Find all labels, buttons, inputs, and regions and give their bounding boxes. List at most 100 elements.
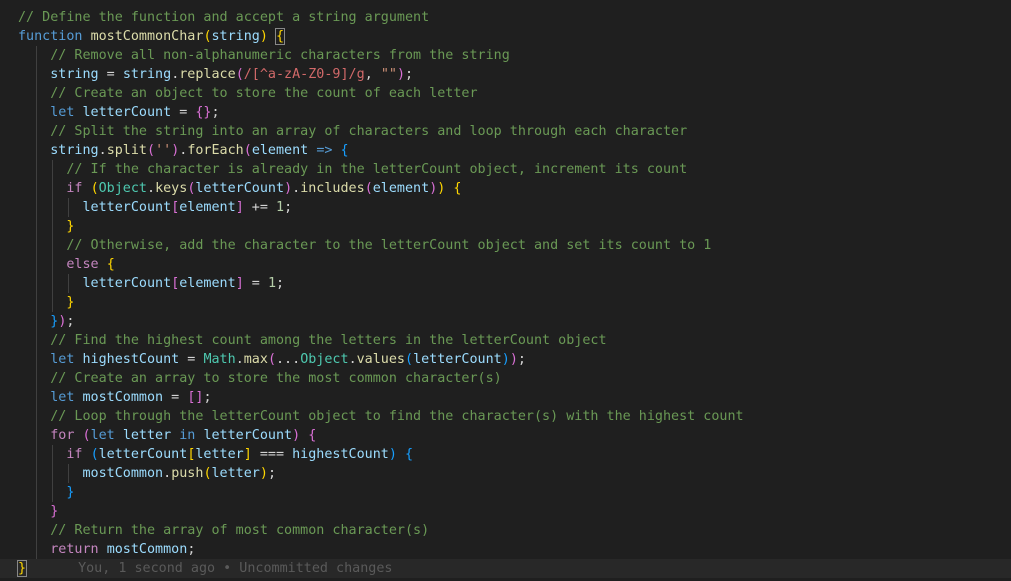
- code-line[interactable]: }: [0, 293, 1011, 312]
- code-text: let letterCount = {};: [50, 103, 219, 122]
- code-line[interactable]: }: [0, 217, 1011, 236]
- code-line[interactable]: // Create an array to store the most com…: [0, 369, 1011, 388]
- code-token: {: [274, 28, 286, 45]
- code-token: letterCount: [195, 181, 285, 196]
- code-line[interactable]: // Loop through the letterCount object t…: [0, 407, 1011, 426]
- code-text: // Otherwise, add the character to the l…: [66, 236, 711, 255]
- code-comment: // Create an object to store the count o…: [50, 86, 478, 101]
- code-line[interactable]: } You, 1 second ago • Uncommitted changes: [0, 559, 1011, 578]
- code-line[interactable]: // Create an object to store the count o…: [0, 84, 1011, 103]
- code-token: Object: [300, 352, 349, 367]
- code-token: .: [235, 352, 244, 367]
- code-token: ;: [203, 390, 212, 405]
- code-line[interactable]: // Find the highest count among the lett…: [0, 331, 1011, 350]
- code-token: (: [235, 67, 244, 82]
- code-line[interactable]: letterCount[element] = 1;: [0, 274, 1011, 293]
- code-text: letterCount[element] += 1;: [83, 198, 293, 217]
- indent-guide: [36, 407, 38, 426]
- code-token: }: [66, 295, 75, 310]
- code-line[interactable]: string = string.replace(/[^a-zA-Z0-9]/g,…: [0, 65, 1011, 84]
- code-line[interactable]: }: [0, 483, 1011, 502]
- code-token: .: [292, 181, 301, 196]
- code-token: }: [66, 219, 75, 234]
- code-text: // Return the array of most common chara…: [50, 521, 429, 540]
- code-line[interactable]: let highestCount = Math.max(...Object.va…: [0, 350, 1011, 369]
- code-token: (: [364, 181, 373, 196]
- code-token: {: [308, 428, 317, 443]
- indent-guide: [36, 84, 38, 103]
- code-line[interactable]: mostCommon.push(letter);: [0, 464, 1011, 483]
- code-token: ]: [243, 447, 252, 462]
- code-comment: // Define the function and accept a stri…: [18, 10, 430, 25]
- code-line[interactable]: for (let letter in letterCount) {: [0, 426, 1011, 445]
- code-token: highestCount: [292, 447, 389, 462]
- indent-guide: [52, 217, 54, 236]
- code-token: letterCount: [82, 105, 172, 120]
- code-text: let highestCount = Math.max(...Object.va…: [50, 350, 526, 369]
- indent-guide: [36, 236, 38, 255]
- code-line[interactable]: let letterCount = {};: [0, 103, 1011, 122]
- code-token: ): [501, 352, 510, 367]
- code-line[interactable]: function mostCommonChar(string) {: [0, 27, 1011, 46]
- code-token: letter: [211, 466, 260, 481]
- code-line[interactable]: });: [0, 312, 1011, 331]
- indent-guide: [52, 198, 54, 217]
- code-token: .: [348, 352, 357, 367]
- indent-guide: [52, 179, 54, 198]
- code-line[interactable]: if (letterCount[letter] === highestCount…: [0, 445, 1011, 464]
- code-token: in: [179, 428, 196, 443]
- code-line[interactable]: // Define the function and accept a stri…: [0, 8, 1011, 27]
- code-comment: // Loop through the letterCount object t…: [50, 409, 744, 424]
- code-token: if: [66, 181, 91, 196]
- code-line[interactable]: // Otherwise, add the character to the l…: [0, 236, 1011, 255]
- code-line[interactable]: // If the character is already in the le…: [0, 160, 1011, 179]
- code-text: }: [66, 217, 74, 236]
- code-token: mostCommonChar: [90, 29, 204, 44]
- code-line[interactable]: if (Object.keys(letterCount).includes(el…: [0, 179, 1011, 198]
- code-token: string: [122, 67, 172, 82]
- code-text: string = string.replace(/[^a-zA-Z0-9]/g,…: [50, 65, 413, 84]
- code-line[interactable]: letterCount[element] += 1;: [0, 198, 1011, 217]
- code-token: =: [163, 390, 188, 405]
- code-text: // Define the function and accept a stri…: [18, 8, 429, 27]
- code-text: } You, 1 second ago • Uncommitted changes: [16, 559, 392, 578]
- code-line[interactable]: return mostCommon;: [0, 540, 1011, 559]
- code-line[interactable]: else {: [0, 255, 1011, 274]
- code-token: (: [243, 143, 252, 158]
- code-token: for: [50, 428, 83, 443]
- code-text: if (letterCount[letter] === highestCount…: [66, 445, 413, 464]
- code-token: replace: [179, 67, 236, 82]
- code-line[interactable]: let mostCommon = [];: [0, 388, 1011, 407]
- code-token: element: [251, 143, 309, 158]
- indent-guide: [36, 331, 38, 350]
- code-token: "": [380, 67, 397, 82]
- indent-guide: [36, 255, 38, 274]
- code-token: .: [98, 143, 107, 158]
- code-text: }: [66, 483, 74, 502]
- code-token: values: [356, 352, 405, 367]
- code-token: ): [259, 29, 268, 44]
- code-comment: // Remove all non-alphanumeric character…: [50, 48, 510, 63]
- code-line[interactable]: string.split('').forEach(element => {: [0, 141, 1011, 160]
- code-token: =: [98, 67, 123, 82]
- code-line[interactable]: // Return the array of most common chara…: [0, 521, 1011, 540]
- code-token: element: [179, 276, 236, 291]
- indent-guide: [52, 293, 54, 312]
- code-line[interactable]: // Split the string into an array of cha…: [0, 122, 1011, 141]
- code-text: string.split('').forEach(element => {: [50, 141, 348, 160]
- code-line[interactable]: // Remove all non-alphanumeric character…: [0, 46, 1011, 65]
- indent-guide: [52, 445, 54, 464]
- code-token: letterCount: [203, 428, 293, 443]
- code-token: ===: [251, 447, 293, 462]
- code-token: push: [171, 466, 204, 481]
- indent-guide: [36, 46, 38, 65]
- code-editor[interactable]: // Define the function and accept a stri…: [0, 0, 1011, 581]
- code-line[interactable]: }: [0, 502, 1011, 521]
- code-token: string: [50, 67, 99, 82]
- code-token: includes: [300, 181, 365, 196]
- code-token: forEach: [187, 143, 244, 158]
- code-token: let: [50, 105, 83, 120]
- code-token: ): [509, 352, 518, 367]
- indent-guide: [36, 160, 38, 179]
- indent-guide: [36, 217, 38, 236]
